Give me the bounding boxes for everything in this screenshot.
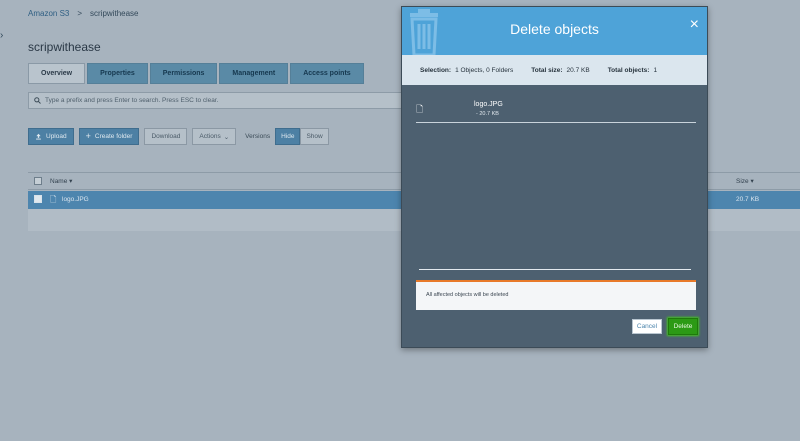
total-objects-value: 1 xyxy=(653,66,658,74)
cancel-button[interactable]: Cancel xyxy=(632,319,662,334)
selection-label: Selection: xyxy=(420,66,452,74)
tab-permissions[interactable]: Permissions xyxy=(149,63,218,84)
versions-label: Versions xyxy=(245,133,271,140)
total-size-label: Total size: xyxy=(531,66,563,74)
file-icon: 🗋 xyxy=(50,195,57,204)
upload-icon xyxy=(36,133,41,140)
create-folder-label: Create folder xyxy=(94,133,133,140)
list-item: 🗋 logo.JPG - 20.7 KB xyxy=(416,101,696,123)
file-name: logo.JPG xyxy=(474,101,503,108)
selection-value: 1 Objects, 0 Folders xyxy=(455,66,514,74)
upload-button[interactable]: Upload xyxy=(28,128,74,145)
create-folder-button[interactable]: + Create folder xyxy=(78,128,140,145)
search-icon xyxy=(34,97,41,104)
delete-objects-dialog: Delete objects × Selection: 1 Objects, 0… xyxy=(401,6,708,348)
total-size-value: 20.7 KB xyxy=(566,66,590,74)
delete-button[interactable]: Delete xyxy=(668,318,698,335)
download-button[interactable]: Download xyxy=(144,128,188,145)
actions-dropdown[interactable]: Actions ⌄ xyxy=(192,128,237,145)
breadcrumb-separator-icon: > xyxy=(77,9,83,18)
breadcrumb: Amazon S3 > scripwithease xyxy=(28,9,139,18)
name-column-header[interactable]: Name ▾ xyxy=(50,177,72,185)
search-input[interactable]: Type a prefix and press Enter to search.… xyxy=(28,92,408,109)
tab-overview[interactable]: Overview xyxy=(28,63,86,84)
versions-hide-button[interactable]: Hide xyxy=(275,128,301,145)
toolbar: Upload + Create folder Download Actions … xyxy=(28,128,329,145)
plus-icon: + xyxy=(85,131,91,141)
versions-show-button[interactable]: Show xyxy=(300,128,329,145)
versions-toggle: Hide Show xyxy=(275,128,329,145)
row-file-size: 20.7 KB xyxy=(736,196,760,203)
total-objects-label: Total objects: xyxy=(607,66,650,74)
size-column-header[interactable]: Size ▾ xyxy=(736,177,754,185)
tab-management[interactable]: Management xyxy=(219,63,289,84)
tab-access-points[interactable]: Access points xyxy=(290,63,364,84)
chevron-down-icon: ⌄ xyxy=(223,133,230,141)
file-size: - 20.7 KB xyxy=(476,111,499,117)
close-icon[interactable]: × xyxy=(690,17,699,33)
tab-bar: Overview Properties Permissions Manageme… xyxy=(28,63,364,84)
row-checkbox[interactable] xyxy=(34,195,42,203)
sidebar-toggle-icon[interactable]: › xyxy=(0,30,3,41)
breadcrumb-amazon-s3[interactable]: Amazon S3 xyxy=(28,9,69,18)
dialog-title: Delete objects xyxy=(510,21,599,37)
warning-message: All affected objects will be deleted xyxy=(416,280,696,310)
upload-label: Upload xyxy=(46,133,67,140)
file-icon: 🗋 xyxy=(416,104,424,114)
select-all-checkbox[interactable] xyxy=(34,177,42,185)
tab-properties[interactable]: Properties xyxy=(87,63,148,84)
breadcrumb-current: scripwithease xyxy=(90,9,139,18)
page-title: scripwithease xyxy=(28,40,101,54)
dialog-header: Delete objects × xyxy=(402,7,707,55)
actions-label: Actions xyxy=(199,133,221,140)
divider xyxy=(419,269,691,270)
search-placeholder: Type a prefix and press Enter to search.… xyxy=(45,97,219,104)
selection-summary: Selection: 1 Objects, 0 Folders Total si… xyxy=(402,55,707,85)
row-file-name[interactable]: logo.JPG xyxy=(62,196,89,203)
